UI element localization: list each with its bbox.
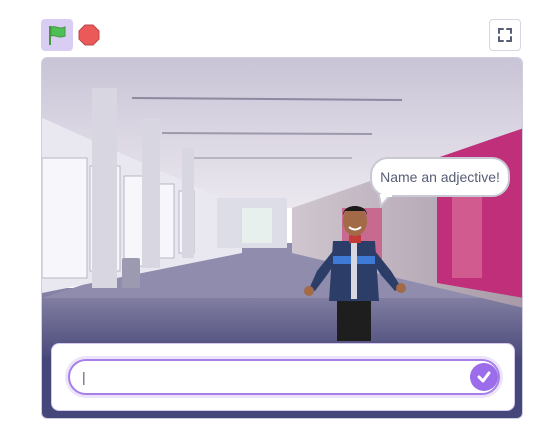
submit-answer-button[interactable] xyxy=(470,363,498,391)
fullscreen-button[interactable] xyxy=(489,19,521,51)
answer-input[interactable] xyxy=(68,359,500,395)
green-flag-button[interactable] xyxy=(41,19,73,51)
stop-button[interactable] xyxy=(77,22,101,48)
green-flag-icon xyxy=(49,26,66,45)
checkmark-icon xyxy=(477,371,491,383)
speech-bubble: Name an adjective! xyxy=(370,157,510,197)
boy-sprite[interactable] xyxy=(297,201,413,341)
ask-prompt-panel xyxy=(51,343,515,411)
stop-sign-icon xyxy=(78,24,100,46)
stage-canvas[interactable]: Name an adjective! xyxy=(41,57,523,419)
stage-header xyxy=(0,0,537,56)
speech-bubble-text: Name an adjective! xyxy=(380,169,500,185)
fullscreen-icon xyxy=(498,28,512,42)
